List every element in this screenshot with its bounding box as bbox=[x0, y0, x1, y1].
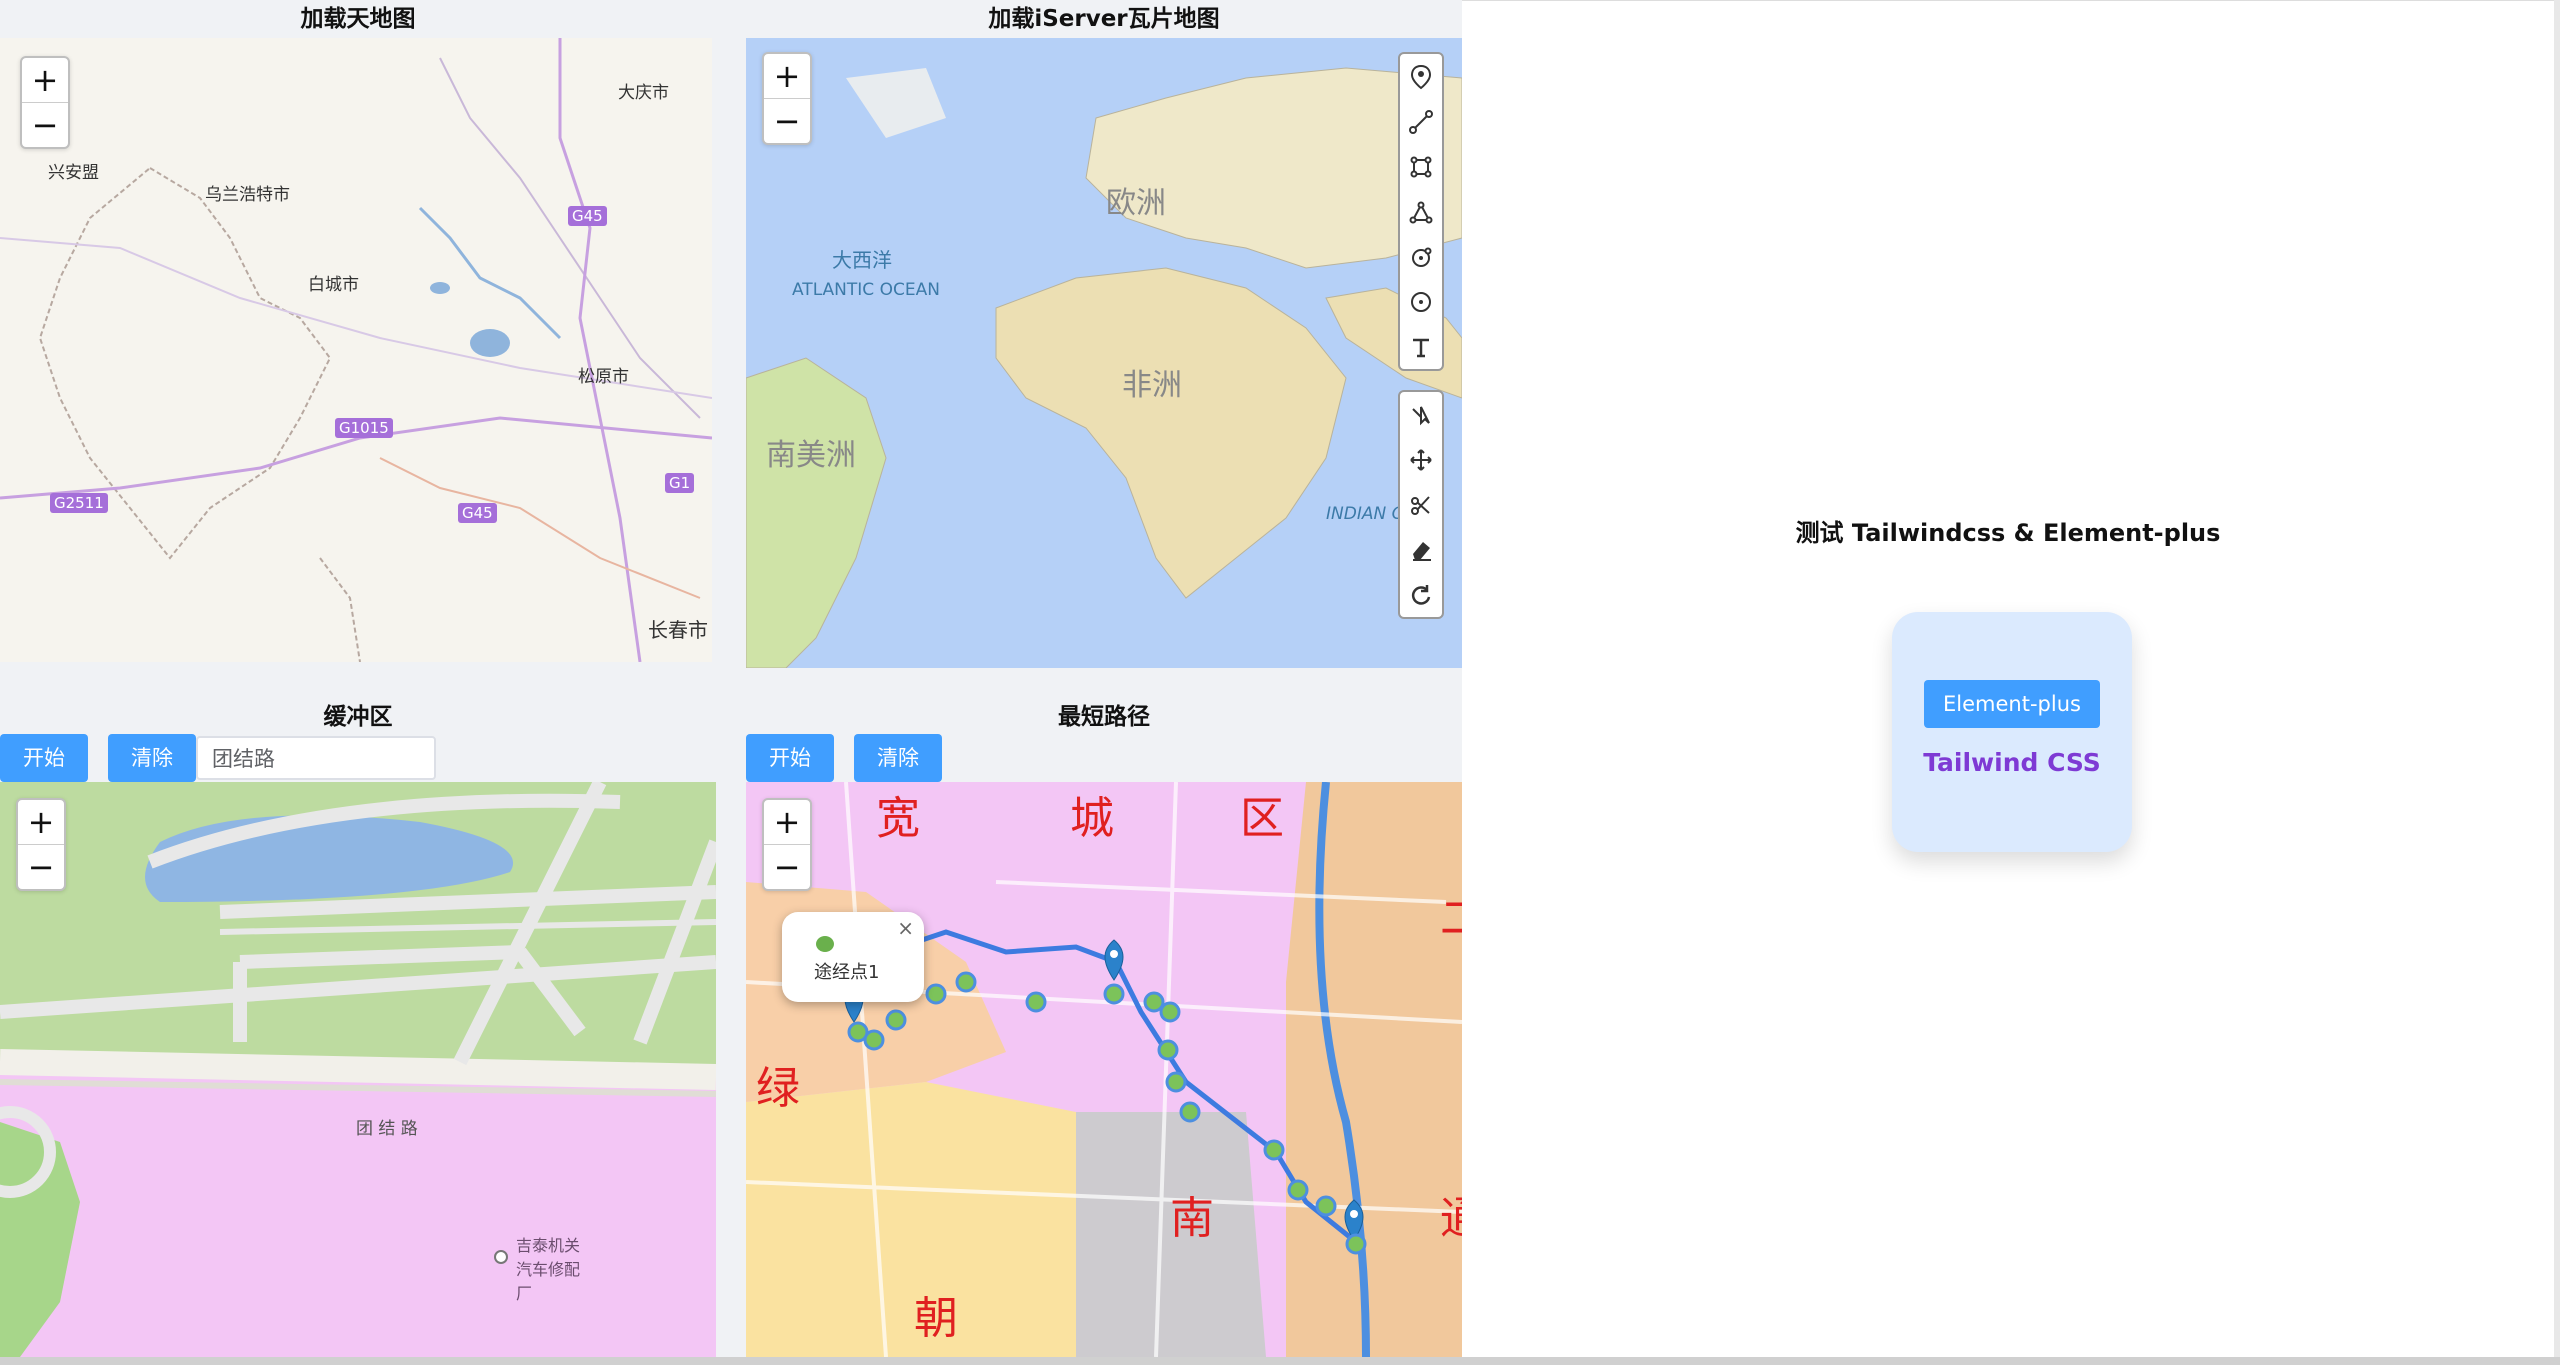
poi-label: 吉泰机关汽车修配厂 bbox=[516, 1236, 581, 1303]
map-label: 长春市 bbox=[648, 618, 708, 642]
tianditu-map[interactable]: 大庆市 兴安盟 乌兰浩特市 白城市 松原市 长春市 G45 G1015 G251… bbox=[0, 38, 712, 662]
rotate-icon[interactable] bbox=[1400, 572, 1442, 617]
move-icon[interactable] bbox=[1400, 437, 1442, 482]
close-icon[interactable]: × bbox=[897, 916, 914, 940]
zoom-out-button[interactable]: − bbox=[764, 98, 810, 143]
iserver-title: 加载iServer瓦片地图 bbox=[988, 6, 1220, 32]
waypoint-icon bbox=[816, 936, 834, 952]
cut-icon[interactable] bbox=[1400, 392, 1442, 437]
edit-toolbar bbox=[1398, 390, 1444, 619]
iserver-map[interactable]: 欧洲 大西洋 ATLANTIC OCEAN 非洲 南美洲 INDIAN O + … bbox=[746, 38, 1462, 668]
circle-marker-icon[interactable] bbox=[1400, 234, 1442, 279]
buffer-map[interactable]: 团 结 路 吉泰机关汽车修配厂 + − bbox=[0, 782, 716, 1357]
highway-shield: G1015 bbox=[335, 418, 393, 438]
poi-icon bbox=[494, 1250, 508, 1264]
marker-icon[interactable] bbox=[1400, 54, 1442, 99]
buffer-base bbox=[0, 782, 716, 1357]
road-label: 团 结 路 bbox=[356, 1119, 418, 1139]
highway-shield: G45 bbox=[568, 206, 607, 226]
map-label-indian: INDIAN O bbox=[1326, 504, 1405, 524]
map-label-atlantic-cn: 大西洋 bbox=[832, 248, 892, 272]
map-label-africa: 非洲 bbox=[1122, 368, 1182, 403]
polyline-icon[interactable] bbox=[1400, 99, 1442, 144]
waypoint-popup: × 途经点1 bbox=[782, 912, 924, 1002]
zoom-out-button[interactable]: − bbox=[764, 844, 810, 889]
zoom-out-button[interactable]: − bbox=[18, 844, 64, 889]
popup-text: 途经点1 bbox=[814, 962, 880, 983]
route-map[interactable]: 宽 城 区 绿 南 朝 二 通 × 途经点1 + − bbox=[746, 782, 1462, 1357]
scissors-icon[interactable] bbox=[1400, 482, 1442, 527]
tailwind-text: Tailwind CSS bbox=[1923, 748, 2101, 777]
map-label: 兴安盟 bbox=[48, 163, 99, 183]
rectangle-icon[interactable] bbox=[1400, 144, 1442, 189]
map-label: 乌兰浩特市 bbox=[205, 185, 290, 205]
route-title: 最短路径 bbox=[1058, 704, 1150, 730]
tianditu-base bbox=[0, 38, 712, 662]
highway-shield: G1 bbox=[665, 473, 695, 493]
highway-shield: G2511 bbox=[50, 493, 108, 513]
text-icon[interactable] bbox=[1400, 324, 1442, 369]
showcase-title: 测试 Tailwindcss & Element-plus bbox=[1795, 519, 2221, 547]
zoom-in-button[interactable]: + bbox=[22, 58, 68, 102]
highway-shield: G45 bbox=[458, 503, 497, 523]
route-start-button[interactable]: 开始 bbox=[746, 734, 834, 782]
circle-icon[interactable] bbox=[1400, 279, 1442, 324]
route-markers bbox=[844, 939, 1367, 1255]
map-label-south-america: 南美洲 bbox=[766, 438, 856, 473]
map-label: 大庆市 bbox=[618, 83, 669, 103]
route-clear-button[interactable]: 清除 bbox=[854, 734, 942, 782]
vertical-scrollbar[interactable] bbox=[2554, 0, 2560, 1357]
eraser-icon[interactable] bbox=[1400, 527, 1442, 572]
marker-icon bbox=[1104, 939, 1124, 981]
buffer-start-button[interactable]: 开始 bbox=[0, 734, 88, 782]
buffer-clear-button[interactable]: 清除 bbox=[108, 734, 196, 782]
map-label-europe: 欧洲 bbox=[1106, 186, 1166, 221]
zoom-control: + − bbox=[762, 798, 812, 891]
map-label: 白城市 bbox=[308, 275, 359, 295]
horizontal-scrollbar[interactable] bbox=[0, 1357, 2560, 1365]
tianditu-title: 加载天地图 bbox=[300, 6, 416, 32]
map-label: 松原市 bbox=[578, 367, 629, 387]
zoom-control: + − bbox=[762, 52, 812, 145]
polygon-icon[interactable] bbox=[1400, 189, 1442, 234]
zoom-control: + − bbox=[16, 798, 66, 891]
zoom-control: + − bbox=[20, 56, 70, 149]
zoom-in-button[interactable]: + bbox=[764, 54, 810, 98]
buffer-road-input[interactable] bbox=[196, 736, 436, 780]
iserver-base bbox=[746, 67, 1462, 668]
showcase-card: Element-plus Tailwind CSS bbox=[1892, 612, 2132, 852]
zoom-in-button[interactable]: + bbox=[764, 800, 810, 844]
element-plus-button[interactable]: Element-plus bbox=[1924, 680, 2100, 728]
draw-toolbar bbox=[1398, 52, 1444, 371]
map-label-atlantic-en: ATLANTIC OCEAN bbox=[792, 280, 940, 300]
zoom-in-button[interactable]: + bbox=[18, 800, 64, 844]
zoom-out-button[interactable]: − bbox=[22, 102, 68, 147]
buffer-title: 缓冲区 bbox=[323, 704, 393, 730]
